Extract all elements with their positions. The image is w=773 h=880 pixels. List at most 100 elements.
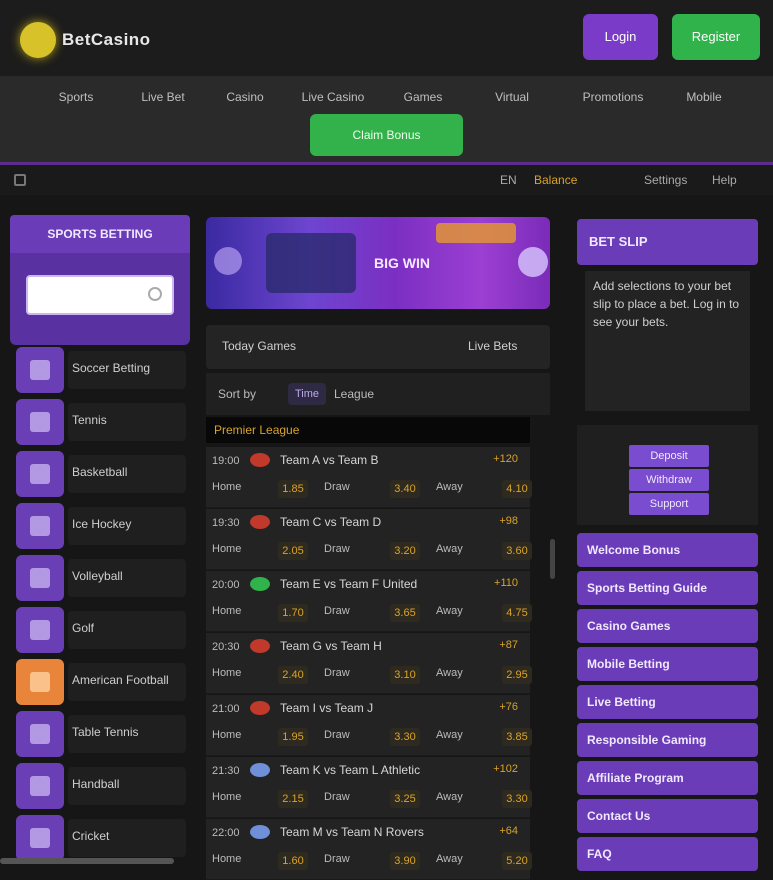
odds-button[interactable]: 3.40 xyxy=(390,480,420,498)
sidebar-link[interactable]: FAQ xyxy=(577,837,758,871)
sidebar-item[interactable]: American Football xyxy=(10,657,190,707)
banner-arrow-right-icon[interactable] xyxy=(518,247,548,277)
deposit-button[interactable]: Deposit xyxy=(629,445,709,467)
odds-button[interactable]: 3.90 xyxy=(390,852,420,870)
nav-item-casino[interactable]: Casino xyxy=(218,86,272,108)
tab-today-games[interactable]: Today Games xyxy=(222,339,296,353)
match-row[interactable]: 21:00 Team I vs Team J +76 Home 1.95 Draw 3.30… xyxy=(206,695,532,756)
odds-label: Away xyxy=(436,729,463,741)
match-name[interactable]: Team G vs Team H xyxy=(280,639,480,653)
sidebar-link[interactable]: Contact Us xyxy=(577,799,758,833)
support-button[interactable]: Support xyxy=(629,493,709,515)
odds-row: Home 1.85 Draw 3.40 Away 4.10 xyxy=(212,480,532,501)
sidebar-search-input[interactable] xyxy=(26,275,174,315)
odds-button[interactable]: 3.10 xyxy=(390,666,420,684)
odds-button[interactable]: 1.85 xyxy=(278,480,308,498)
odds-button[interactable]: 3.65 xyxy=(390,604,420,622)
match-time: 21:00 xyxy=(212,703,240,715)
odds-label: Draw xyxy=(324,853,350,865)
odds-button[interactable]: 3.60 xyxy=(502,542,532,560)
nav-item-promotions[interactable]: Promotions xyxy=(570,86,656,108)
sidebar-link[interactable]: Responsible Gaming xyxy=(577,723,758,757)
help-link[interactable]: Help xyxy=(712,173,737,187)
sidebar-link[interactable]: Casino Games xyxy=(577,609,758,643)
sidebar-link[interactable]: Affiliate Program xyxy=(577,761,758,795)
odds-button[interactable]: 4.75 xyxy=(502,604,532,622)
match-name[interactable]: Team C vs Team D xyxy=(280,515,480,529)
match-name[interactable]: Team M vs Team N Rovers xyxy=(280,825,480,839)
tab-live-bets[interactable]: Live Bets xyxy=(468,339,517,353)
odds-button[interactable]: 1.95 xyxy=(278,728,308,746)
odds-button[interactable]: 2.15 xyxy=(278,790,308,808)
nav-item-virtual[interactable]: Virtual xyxy=(472,86,552,108)
sidebar-link[interactable]: Live Betting xyxy=(577,685,758,719)
sidebar-item[interactable]: Tennis xyxy=(10,397,190,447)
balance-link[interactable]: Balance xyxy=(534,173,577,187)
more-markets-link[interactable]: +110 xyxy=(494,577,518,589)
sidebar-link[interactable]: Sports Betting Guide xyxy=(577,571,758,605)
match-name[interactable]: Team K vs Team L Athletic xyxy=(280,763,480,777)
match-row[interactable]: 22:00 Team M vs Team N Rovers +64 Home 1.60 D… xyxy=(206,819,532,880)
match-name[interactable]: Team I vs Team J xyxy=(280,701,480,715)
horizontal-scrollbar[interactable] xyxy=(0,858,174,864)
language-link[interactable]: EN xyxy=(500,173,517,187)
sidebar-item[interactable]: Ice Hockey xyxy=(10,501,190,551)
match-row[interactable]: 21:30 Team K vs Team L Athletic +102 Home 2.… xyxy=(206,757,532,818)
login-button[interactable]: Login xyxy=(583,14,658,60)
more-markets-link[interactable]: +64 xyxy=(499,825,518,837)
withdraw-button[interactable]: Withdraw xyxy=(629,469,709,491)
odds-button[interactable]: 2.05 xyxy=(278,542,308,560)
register-button[interactable]: Register xyxy=(672,14,760,60)
odds-button[interactable]: 2.95 xyxy=(502,666,532,684)
odds-button[interactable]: 1.70 xyxy=(278,604,308,622)
sort-option[interactable]: League xyxy=(334,387,374,401)
odds-button[interactable]: 3.25 xyxy=(390,790,420,808)
more-markets-link[interactable]: +102 xyxy=(493,763,518,775)
odds-button[interactable]: 3.30 xyxy=(390,728,420,746)
nav-item-live-casino[interactable]: Live Casino xyxy=(292,86,374,108)
site-logo[interactable]: BetCasino xyxy=(20,20,180,64)
nav-item-live-bet[interactable]: Live Bet xyxy=(128,86,198,108)
more-markets-link[interactable]: +98 xyxy=(499,515,518,527)
sort-chip[interactable]: Time xyxy=(288,383,326,405)
odds-label: Home xyxy=(212,853,242,865)
sidebar-item[interactable]: Table Tennis xyxy=(10,709,190,759)
sidebar-item[interactable]: Golf xyxy=(10,605,190,655)
nav-item-games[interactable]: Games xyxy=(392,86,454,108)
more-markets-link[interactable]: +87 xyxy=(499,639,518,651)
odds-button[interactable]: 2.40 xyxy=(278,666,308,684)
match-name[interactable]: Team E vs Team F United xyxy=(280,577,480,591)
odds-button[interactable]: 3.30 xyxy=(502,790,532,808)
volleyball-icon-glyph xyxy=(30,568,50,588)
odds-button[interactable]: 3.85 xyxy=(502,728,532,746)
match-row[interactable]: 19:00 Team A vs Team B +120 Home 1.85 Draw 3.4… xyxy=(206,447,532,508)
sidebar-link[interactable]: Mobile Betting xyxy=(577,647,758,681)
banner-arrow-left-icon[interactable] xyxy=(214,247,242,275)
nav-item-sports[interactable]: Sports xyxy=(40,86,112,108)
sidebar-item[interactable]: Basketball xyxy=(10,449,190,499)
odds-button[interactable]: 1.60 xyxy=(278,852,308,870)
sidebar-link[interactable]: Welcome Bonus xyxy=(577,533,758,567)
claim-bonus-button[interactable]: Claim Bonus xyxy=(310,114,463,156)
golf-icon xyxy=(16,607,64,653)
sidebar-item[interactable]: Soccer Betting xyxy=(10,345,190,395)
more-markets-link[interactable]: +120 xyxy=(493,453,518,465)
match-row[interactable]: 19:30 Team C vs Team D +98 Home 2.05 Draw 3.20… xyxy=(206,509,532,570)
sidebar-item[interactable]: Handball xyxy=(10,761,190,811)
sidebar-item[interactable]: Cricket xyxy=(10,813,190,863)
odds-button[interactable]: 3.20 xyxy=(390,542,420,560)
match-row[interactable]: 20:30 Team G vs Team H +87 Home 2.40 Draw 3.10… xyxy=(206,633,532,694)
search-icon[interactable] xyxy=(148,287,162,301)
odds-button[interactable]: 4.10 xyxy=(502,480,532,498)
settings-link[interactable]: Settings xyxy=(644,173,687,187)
odds-button[interactable]: 5.20 xyxy=(502,852,532,870)
sidebar-item-label: Golf xyxy=(72,621,95,635)
scrollbar[interactable] xyxy=(550,539,555,579)
more-markets-link[interactable]: +76 xyxy=(499,701,518,713)
menu-icon[interactable] xyxy=(14,174,26,186)
promo-banner[interactable]: BIG WIN xyxy=(206,217,550,309)
match-name[interactable]: Team A vs Team B xyxy=(280,453,480,467)
sidebar-item[interactable]: Volleyball xyxy=(10,553,190,603)
nav-item-mobile[interactable]: Mobile xyxy=(674,86,734,108)
match-row[interactable]: 20:00 Team E vs Team F United +110 Home 1.70… xyxy=(206,571,532,632)
